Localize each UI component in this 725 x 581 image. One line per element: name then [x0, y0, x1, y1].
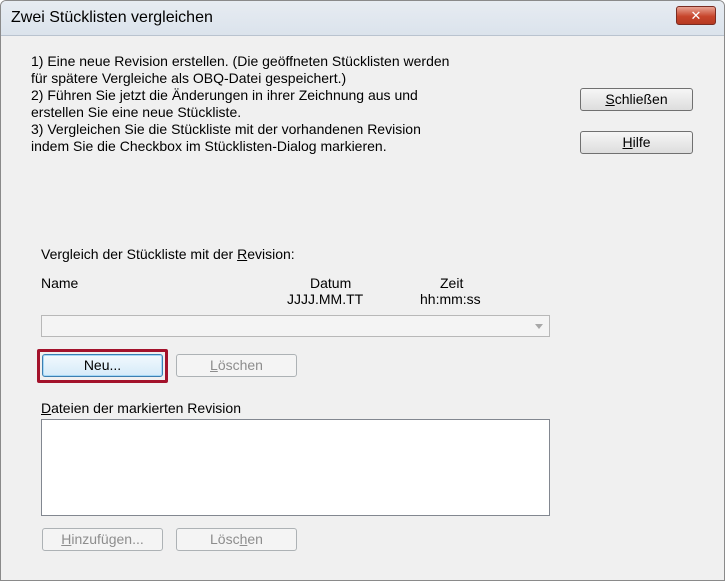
help-button-mnemonic: H: [622, 134, 633, 150]
window-title: Zwei Stücklisten vergleichen: [11, 9, 213, 26]
compare-label-mnemonic: R: [237, 246, 248, 262]
instruction-line: 3) Vergleichen Sie die Stückliste mit de…: [31, 121, 421, 137]
files-label-text: ateien der markierten Revision: [51, 400, 241, 416]
revision-files-list[interactable]: [41, 419, 550, 516]
close-button-mnemonic: S: [605, 91, 615, 107]
delete-file-label-post: en: [247, 531, 263, 547]
instruction-line: für spätere Vergleiche als OBQ-Datei ges…: [31, 70, 347, 86]
add-file-label: inzufügen...: [71, 531, 144, 547]
column-header-name: Name: [41, 275, 79, 291]
instructions-text: 1) Eine neue Revision erstellen. (Die ge…: [31, 53, 561, 155]
delete-file-button[interactable]: Löschen: [176, 528, 297, 551]
files-label: Dateien der markierten Revision: [41, 400, 241, 416]
close-button[interactable]: Schließen: [580, 88, 693, 111]
close-button-label: chließen: [614, 91, 668, 107]
close-window-button[interactable]: ✕: [676, 6, 716, 25]
instruction-line: 1) Eine neue Revision erstellen. (Die ge…: [31, 53, 450, 69]
instruction-line: 2) Führen Sie jetzt die Änderungen in ih…: [31, 87, 418, 103]
column-header-date-format: JJJJ.MM.TT: [287, 291, 364, 307]
delete-revision-button[interactable]: Löschen: [176, 354, 297, 377]
revision-combobox[interactable]: [41, 315, 550, 337]
add-file-mnemonic: H: [61, 531, 72, 547]
column-header-date: Datum: [310, 275, 352, 291]
files-label-mnemonic: D: [41, 400, 52, 416]
instruction-line: erstellen Sie eine neue Stückliste.: [31, 104, 242, 120]
help-button[interactable]: Hilfe: [580, 131, 693, 154]
delete-file-label-pre: Lösc: [210, 531, 240, 547]
close-icon: ✕: [690, 8, 702, 23]
new-revision-label: Neu...: [83, 357, 122, 373]
add-file-button[interactable]: Hinzufügen...: [42, 528, 163, 551]
help-button-label: ilfe: [632, 134, 651, 150]
chevron-down-icon[interactable]: [535, 324, 543, 329]
new-revision-button[interactable]: Neu...: [42, 354, 163, 377]
delete-revision-label: öschen: [217, 357, 263, 373]
instruction-line: indem Sie die Checkbox im Stücklisten-Di…: [31, 138, 387, 154]
title-bar[interactable]: Zwei Stücklisten vergleichen ✕: [1, 1, 724, 36]
compare-label-rest: evision:: [247, 246, 295, 262]
delete-revision-mnemonic: L: [210, 357, 218, 373]
column-header-time: Zeit: [440, 275, 464, 291]
compare-label-text: Vergleich der Stückliste mit der: [41, 246, 238, 262]
column-header-time-format: hh:mm:ss: [420, 291, 481, 307]
dialog-window: Zwei Stücklisten vergleichen ✕ 1) Eine n…: [0, 0, 725, 581]
compare-revision-label: Vergleich der Stückliste mit der Revisio…: [41, 246, 295, 262]
